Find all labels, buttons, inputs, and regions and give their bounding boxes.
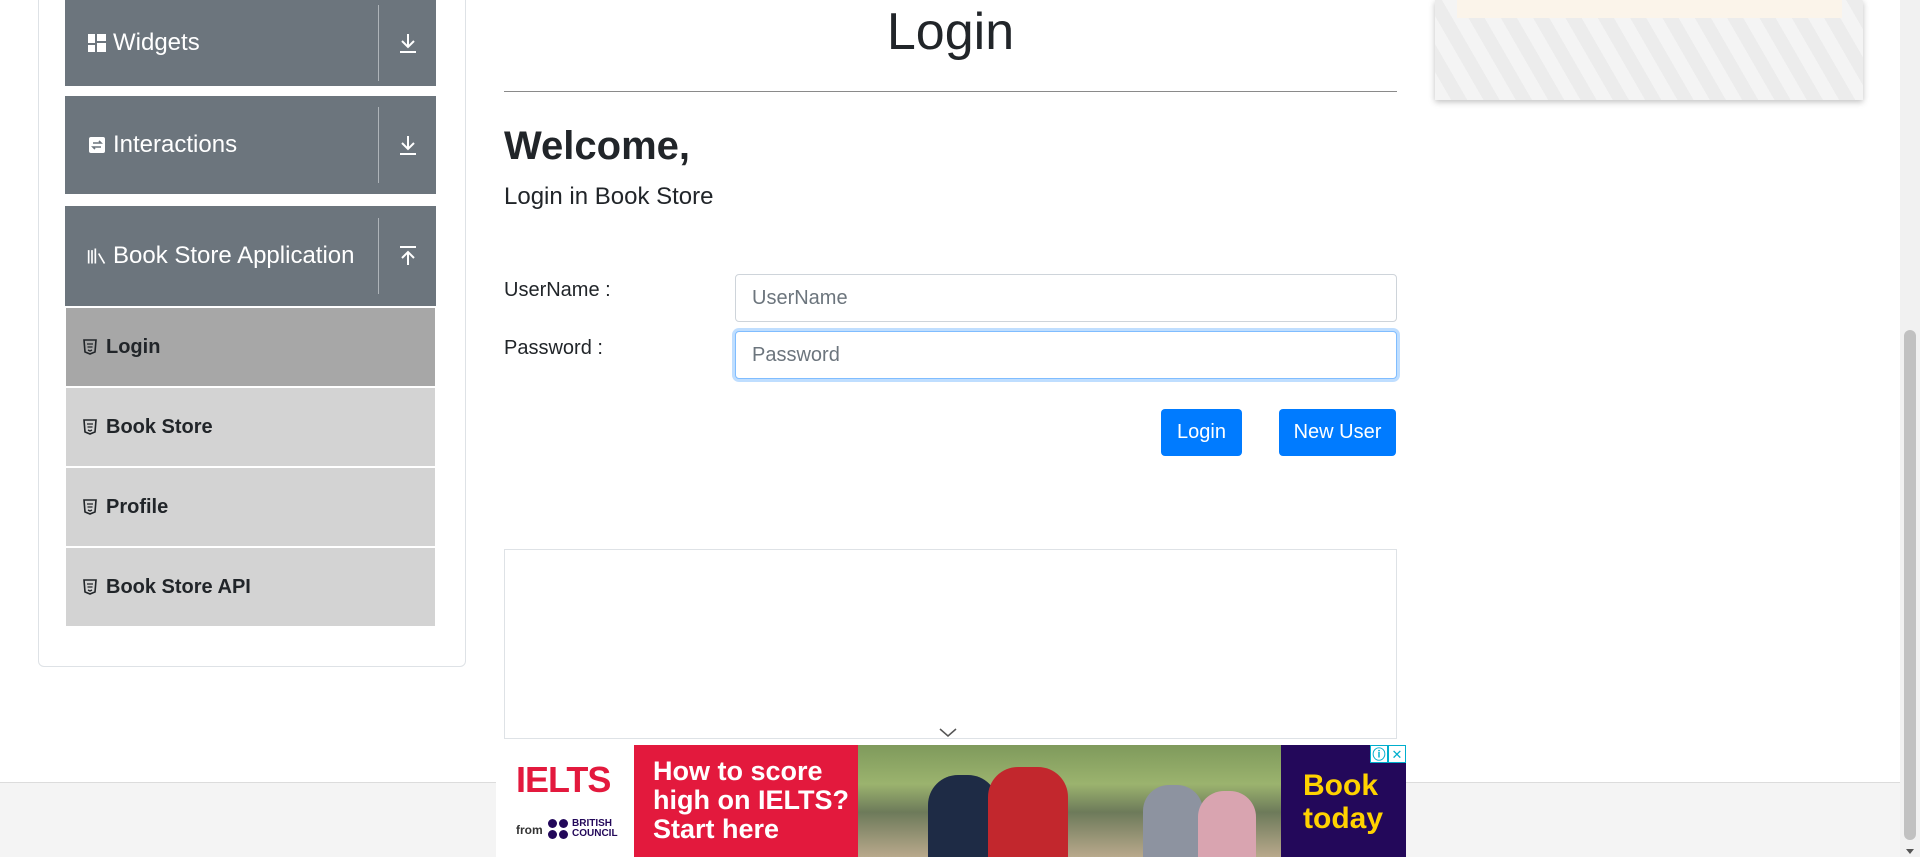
- html5-icon: [82, 578, 98, 596]
- menu-item-login[interactable]: Login: [66, 308, 435, 386]
- close-icon[interactable]: ✕: [1388, 745, 1406, 763]
- group-interactions[interactable]: Interactions: [65, 96, 436, 194]
- menu-item-book-store[interactable]: Book Store: [66, 388, 435, 466]
- password-label: Password :: [504, 337, 603, 359]
- ad-from-text: from: [516, 823, 543, 837]
- output-box: [504, 549, 1397, 739]
- ad-logo: IELTS from BRITISH COUNCIL: [496, 745, 634, 857]
- bottom-ad-banner[interactable]: IELTS from BRITISH COUNCIL How to score …: [496, 745, 1406, 857]
- british-council-logo-icon: [548, 819, 568, 839]
- menu-item-profile[interactable]: Profile: [66, 468, 435, 546]
- ad-strip: [1457, 0, 1842, 18]
- ad-partner: BRITISH COUNCIL: [572, 818, 618, 839]
- group-widgets[interactable]: Widgets: [65, 0, 436, 86]
- username-input[interactable]: [735, 274, 1397, 322]
- menu-item-book-store-api[interactable]: Book Store API: [66, 548, 435, 626]
- ad-brand: IELTS: [516, 759, 611, 800]
- page-title: Login: [886, 3, 1015, 61]
- menu-item-label: Profile: [106, 495, 169, 518]
- info-icon[interactable]: ⓘ: [1370, 745, 1388, 763]
- menu-item-label: Book Store API: [106, 575, 251, 598]
- page-header: Login: [504, 0, 1397, 92]
- username-label: UserName :: [504, 279, 611, 301]
- ad-controls: ⓘ ✕: [1370, 745, 1406, 763]
- download-arrow-icon[interactable]: [379, 134, 436, 156]
- scrollbar[interactable]: [1900, 0, 1920, 857]
- ad-cta-label: Book today: [1303, 769, 1384, 835]
- login-subtitle: Login in Book Store: [504, 183, 714, 210]
- group-book-store-application[interactable]: Book Store Application: [65, 206, 436, 306]
- group-title-book-store-application: Book Store Application: [113, 242, 355, 269]
- scroll-down-icon[interactable]: [1905, 843, 1915, 854]
- ad-headline: How to score high on IELTS? Start here: [634, 745, 858, 857]
- group-title-widgets: Widgets: [113, 29, 200, 56]
- ad-cta[interactable]: Book today ⓘ ✕: [1281, 745, 1406, 857]
- password-input[interactable]: [735, 331, 1397, 379]
- menu-item-label: Book Store: [106, 415, 213, 438]
- interactions-icon: [87, 135, 107, 155]
- group-title-interactions: Interactions: [113, 131, 238, 158]
- menu-item-label: Login: [106, 335, 161, 358]
- widgets-icon: [87, 33, 107, 53]
- html5-icon: [82, 418, 98, 436]
- new-user-button[interactable]: New User: [1279, 409, 1396, 456]
- upload-arrow-icon[interactable]: [379, 245, 436, 267]
- chevron-down-icon[interactable]: [938, 726, 958, 744]
- html5-icon: [82, 338, 98, 356]
- html5-icon: [82, 498, 98, 516]
- books-icon: [87, 246, 107, 266]
- scrollbar-thumb[interactable]: [1904, 330, 1916, 840]
- side-ad-banner[interactable]: [1435, 0, 1863, 100]
- login-button[interactable]: Login: [1161, 409, 1242, 456]
- ad-photo: [858, 745, 1281, 857]
- download-arrow-icon[interactable]: [379, 32, 436, 54]
- welcome-heading: Welcome,: [504, 124, 690, 168]
